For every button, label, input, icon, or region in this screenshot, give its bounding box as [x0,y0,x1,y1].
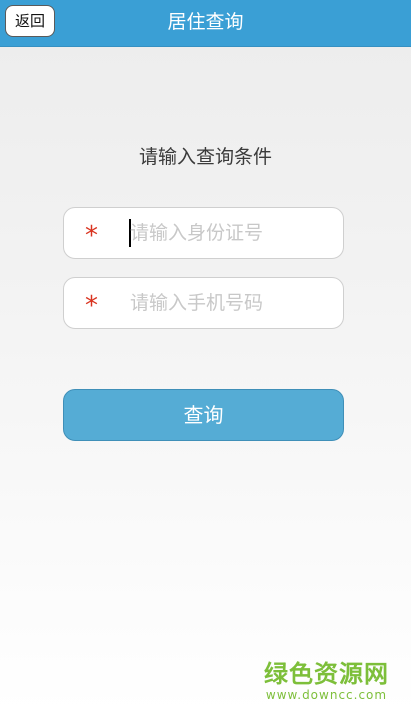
watermark: 绿色资源网 www.downcc.com [264,660,389,702]
phone-number-field[interactable]: * [63,277,344,329]
watermark-title: 绿色资源网 [264,660,389,688]
id-number-input[interactable] [130,216,330,250]
back-button[interactable]: 返回 [5,5,55,37]
required-mark: * [85,291,98,321]
app-header: 返回 居住查询 [0,0,411,47]
page-title: 居住查询 [167,11,244,33]
form-prompt: 请输入查询条件 [138,146,272,168]
id-number-field[interactable]: * [63,207,344,259]
query-button[interactable]: 查询 [63,389,344,441]
watermark-url: www.downcc.com [265,688,388,702]
phone-number-input[interactable] [130,286,330,320]
required-mark: * [85,221,98,251]
